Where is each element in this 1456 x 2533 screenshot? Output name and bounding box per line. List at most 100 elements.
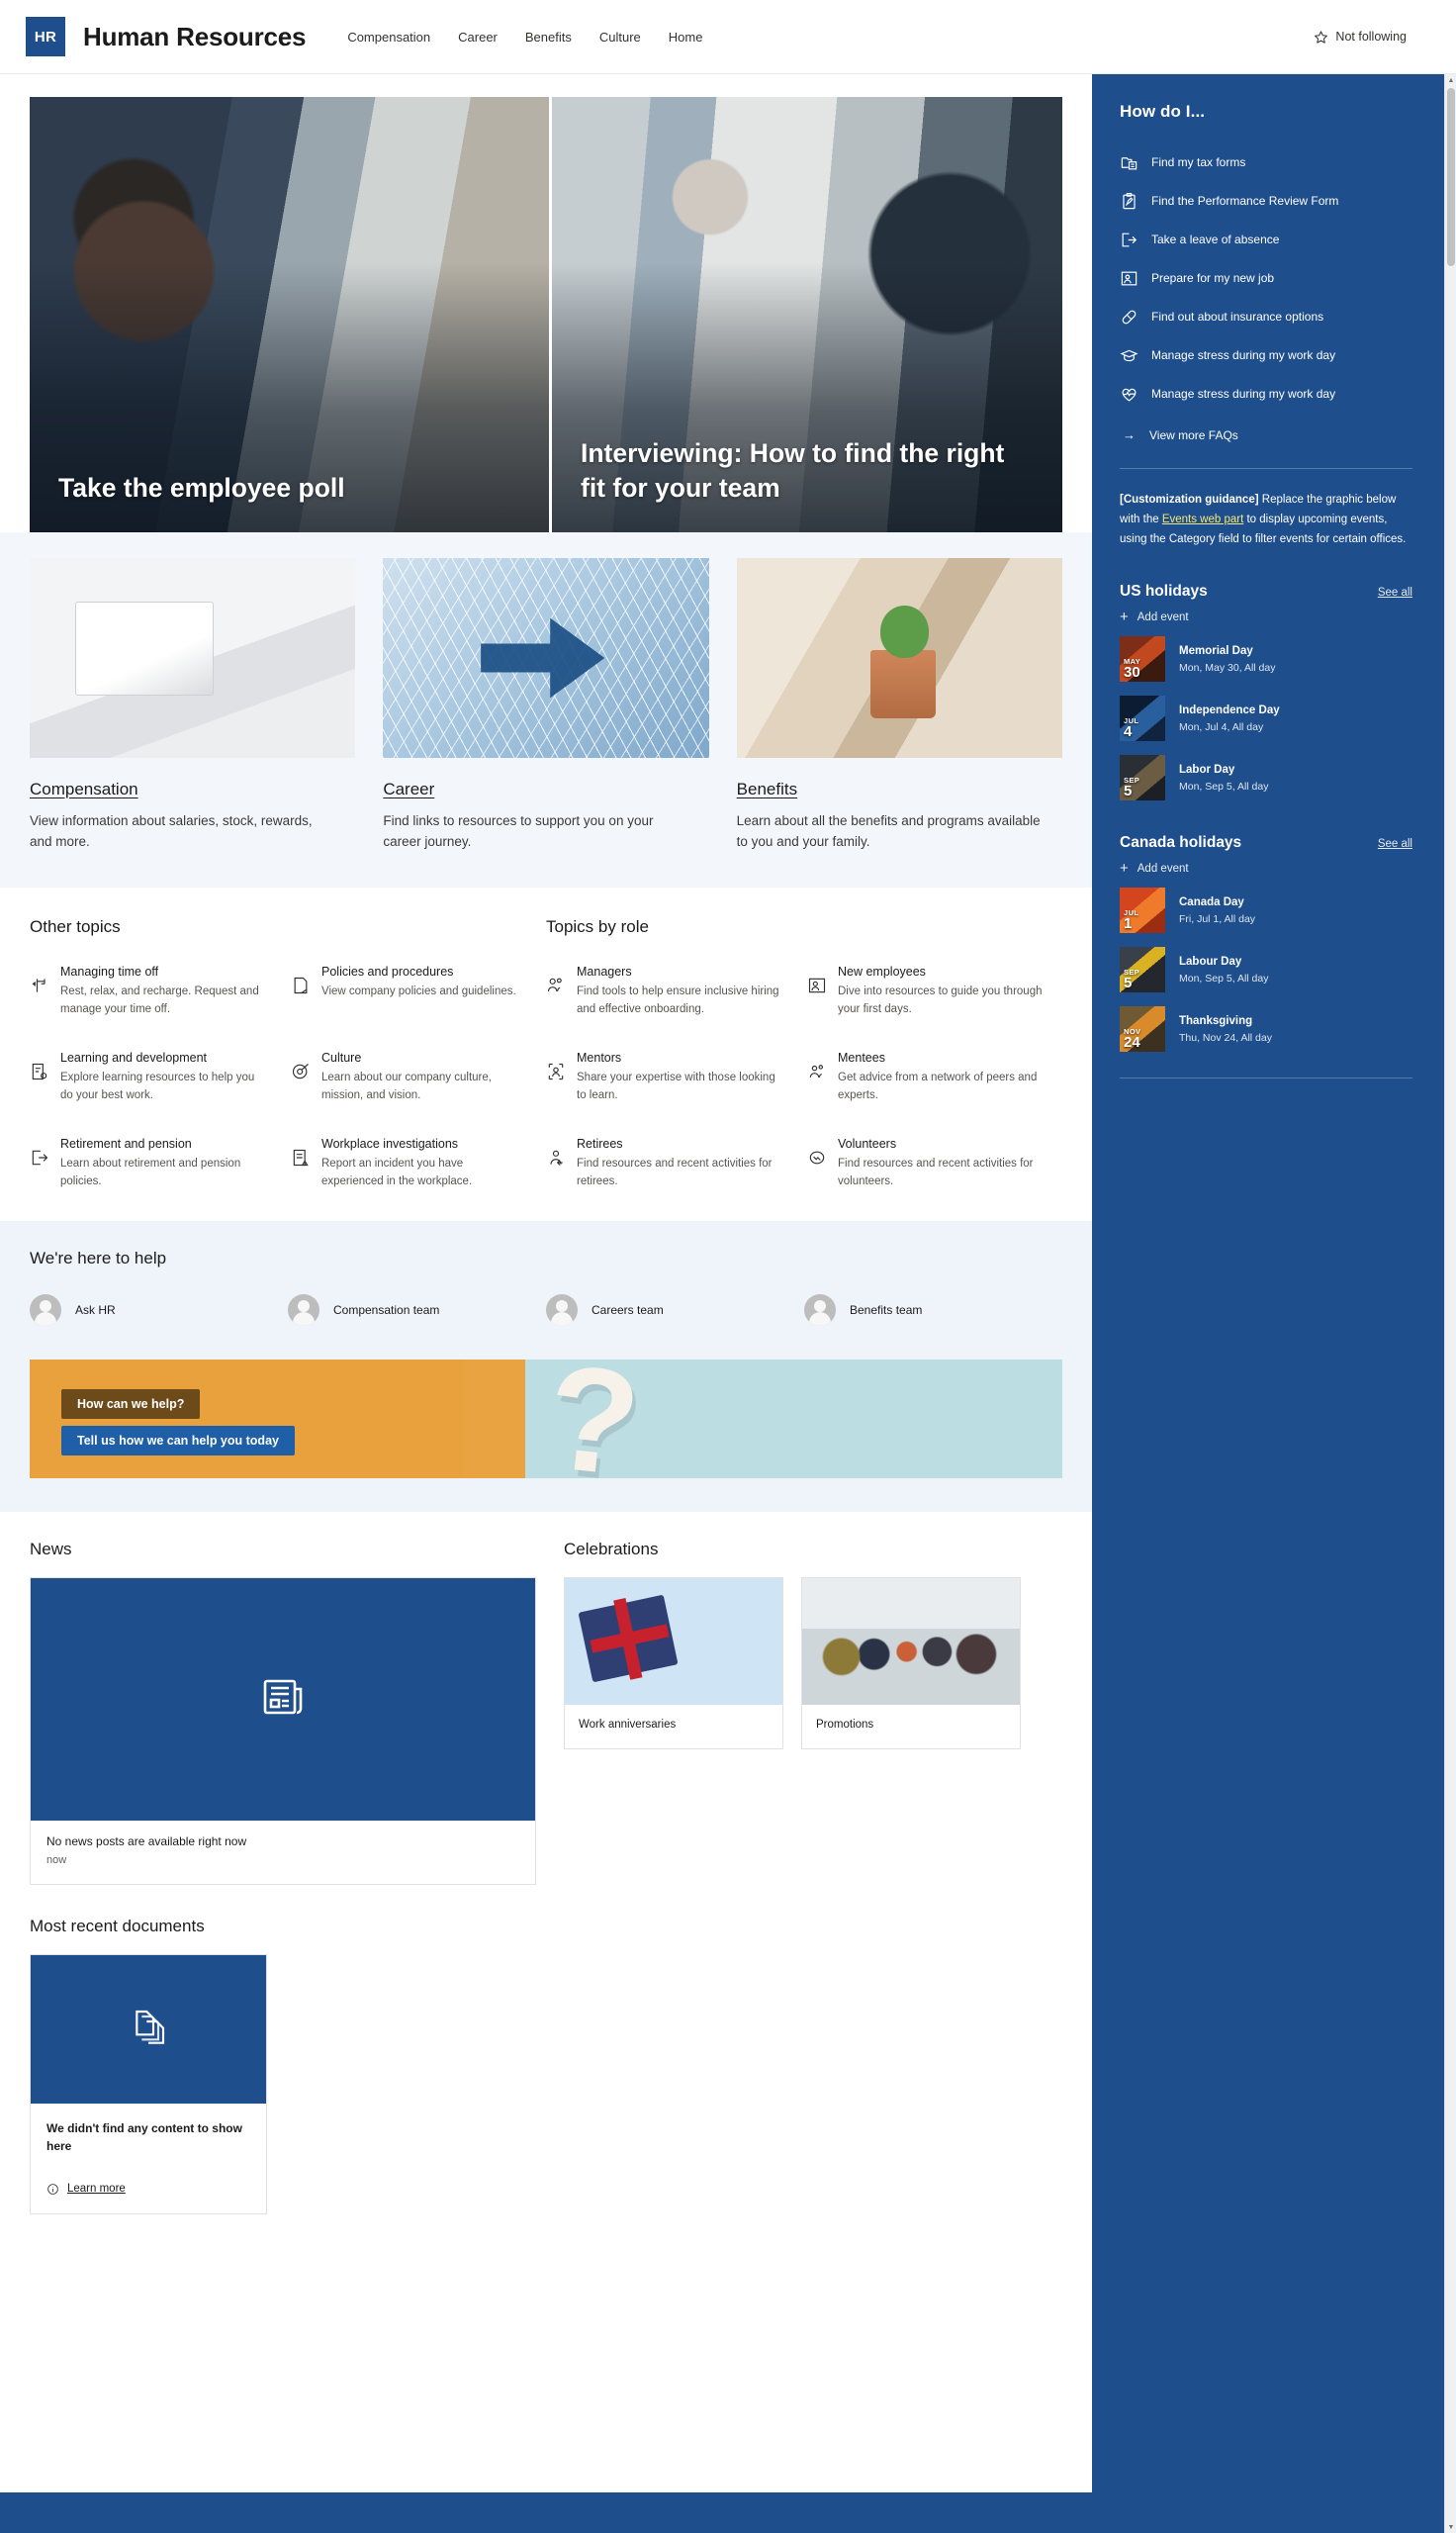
how-do-i-item-new-job[interactable]: Prepare for my new job: [1120, 259, 1412, 298]
quick-link-title-career[interactable]: Career: [383, 780, 434, 799]
page-canvas: HR Human Resources Compensation Career B…: [0, 0, 1456, 2492]
how-do-i-label: Take a leave of absence: [1151, 233, 1280, 247]
role-item-mentors[interactable]: Mentors Share your expertise with those …: [546, 1049, 783, 1105]
site-header: HR Human Resources Compensation Career B…: [0, 0, 1456, 74]
nav-item-benefits[interactable]: Benefits: [511, 22, 586, 52]
help-people-row: Ask HR Compensation team Careers team Be…: [30, 1293, 1062, 1326]
quick-links-row: Compensation View information about sala…: [30, 558, 1062, 853]
hero-tile-interviewing[interactable]: Interviewing: How to find the right fit …: [552, 97, 1062, 532]
event-item-thanksgiving[interactable]: NOV 24 Thanksgiving Thu, Nov 24, All day: [1120, 1006, 1412, 1053]
us-holidays-add-event[interactable]: + Add event: [1120, 610, 1412, 624]
promo-banner[interactable]: ? How can we help? Tell us how we can he…: [30, 1359, 1062, 1478]
page-scrollbar[interactable]: ▲ ▼: [1444, 74, 1456, 2533]
topic-name: Policies and procedures: [321, 964, 454, 979]
role-item-retirees[interactable]: Retirees Find resources and recent activ…: [546, 1135, 783, 1191]
role-item-volunteers[interactable]: Volunteers Find resources and recent act…: [807, 1135, 1045, 1191]
topics-section: Other topics Managing time off Rest, rel…: [0, 887, 1092, 1221]
help-person-compensation-team[interactable]: Compensation team: [288, 1293, 546, 1326]
role-description: Find resources and recent activities for…: [838, 1157, 1034, 1188]
learn-more-link[interactable]: Learn more: [46, 2183, 250, 2196]
topic-description: Report an incident you have experienced …: [321, 1157, 473, 1188]
celebration-card-promotions[interactable]: Promotions: [801, 1576, 1021, 1749]
time-off-icon: [30, 976, 49, 995]
pill-icon: [1120, 308, 1138, 327]
event-item-labor-day[interactable]: SEP 5 Labor Day Mon, Sep 5, All day: [1120, 755, 1412, 801]
celebration-card-work-anniversaries[interactable]: Work anniversaries: [564, 1576, 783, 1749]
event-name: Labor Day: [1179, 763, 1235, 776]
how-do-i-item-tax-forms[interactable]: Find my tax forms: [1120, 143, 1412, 182]
event-name: Thanksgiving: [1179, 1014, 1253, 1027]
nav-item-compensation[interactable]: Compensation: [333, 22, 444, 52]
view-more-faqs-link[interactable]: → View more FAQs: [1120, 414, 1412, 442]
quick-links-section: Compensation View information about sala…: [0, 532, 1092, 888]
scroll-down-arrow-icon[interactable]: ▼: [1445, 2521, 1456, 2533]
topic-item-workplace-investigations[interactable]: Workplace investigations Report an incid…: [291, 1135, 528, 1191]
help-person-ask-hr[interactable]: Ask HR: [30, 1293, 288, 1326]
nav-item-culture[interactable]: Culture: [586, 22, 655, 52]
event-thumbnail: SEP 5: [1120, 947, 1165, 993]
how-do-i-item-tuition-benefits[interactable]: Manage stress during my work day: [1120, 336, 1412, 375]
how-do-i-list: Find my tax forms Find the Performance R…: [1120, 143, 1412, 442]
quick-link-title-compensation[interactable]: Compensation: [30, 780, 138, 799]
question-mark-icon: ?: [539, 1359, 647, 1478]
documents-heading: Most recent documents: [30, 1916, 205, 1935]
role-description: Dive into resources to guide you through…: [838, 985, 1043, 1016]
topics-by-role-grid: Managers Find tools to help ensure inclu…: [546, 963, 1045, 1191]
role-name: Mentors: [577, 1050, 622, 1065]
how-do-i-item-performance-review[interactable]: Find the Performance Review Form: [1120, 182, 1412, 221]
quick-link-desc-benefits: Learn about all the benefits and program…: [736, 813, 1041, 849]
event-item-canada-day[interactable]: JUL 1 Canada Day Fri, Jul 1, All day: [1120, 888, 1412, 934]
exit-arrow-icon: [30, 1148, 49, 1168]
role-item-mentees[interactable]: Mentees Get advice from a network of pee…: [807, 1049, 1045, 1105]
arrow-network-image: [383, 558, 709, 758]
us-holidays-see-all[interactable]: See all: [1378, 587, 1412, 599]
how-do-i-label: Prepare for my new job: [1151, 271, 1275, 286]
hero-tile-employee-poll[interactable]: Take the employee poll: [30, 97, 549, 532]
plant-hands-image: [736, 558, 1062, 758]
documents-card[interactable]: We didn't find any content to show here …: [30, 1953, 267, 2214]
help-person-benefits-team[interactable]: Benefits team: [804, 1293, 1062, 1326]
nav-item-career[interactable]: Career: [444, 22, 511, 52]
follow-status-label[interactable]: Not following: [1335, 30, 1407, 44]
star-icon: [1314, 30, 1328, 45]
role-item-new-employees[interactable]: New employees Dive into resources to gui…: [807, 963, 1045, 1019]
scrollbar-thumb[interactable]: [1447, 88, 1455, 266]
quick-link-card-compensation[interactable]: Compensation View information about sala…: [30, 558, 356, 853]
topic-item-retirement-and-pension[interactable]: Retirement and pension Learn about retir…: [30, 1135, 267, 1191]
hero-row: Take the employee poll Interviewing: How…: [30, 97, 1062, 532]
how-do-i-item-leave-of-absence[interactable]: Take a leave of absence: [1120, 221, 1412, 259]
site-logo[interactable]: HR: [26, 17, 65, 56]
calculator-image: [30, 558, 356, 758]
quick-link-card-benefits[interactable]: Benefits Learn about all the benefits an…: [736, 558, 1062, 853]
other-topics-column: Other topics Managing time off Rest, rel…: [30, 917, 546, 1191]
event-item-independence-day[interactable]: JUL 4 Independence Day Mon, Jul 4, All d…: [1120, 696, 1412, 742]
how-do-i-item-insurance-options[interactable]: Find out about insurance options: [1120, 298, 1412, 336]
canada-holidays-add-event[interactable]: + Add event: [1120, 861, 1412, 876]
quick-link-card-career[interactable]: Career Find links to resources to suppor…: [383, 558, 709, 853]
celebrations-heading: Celebrations: [564, 1539, 659, 1558]
topics-by-role-heading: Topics by role: [546, 916, 649, 936]
topic-item-learning-and-development[interactable]: Learning and development Explore learnin…: [30, 1049, 267, 1105]
nav-item-home[interactable]: Home: [655, 22, 717, 52]
help-person-careers-team[interactable]: Careers team: [546, 1293, 804, 1326]
scroll-up-arrow-icon[interactable]: ▲: [1445, 74, 1456, 86]
topic-item-culture[interactable]: Culture Learn about our company culture,…: [291, 1049, 528, 1105]
event-item-labour-day[interactable]: SEP 5 Labour Day Mon, Sep 5, All day: [1120, 947, 1412, 993]
quick-link-title-benefits[interactable]: Benefits: [737, 780, 797, 799]
canada-holidays-see-all[interactable]: See all: [1378, 838, 1412, 850]
canada-holidays-header: Canada holidays See all: [1120, 834, 1412, 852]
event-item-memorial-day[interactable]: MAY 30 Memorial Day Mon, May 30, All day: [1120, 636, 1412, 683]
role-item-managers[interactable]: Managers Find tools to help ensure inclu…: [546, 963, 783, 1019]
tell-us-button[interactable]: Tell us how we can help you today: [61, 1425, 295, 1455]
topic-item-policies-and-procedures[interactable]: Policies and procedures View company pol…: [291, 963, 528, 1019]
customization-guidance: [Customization guidance] Replace the gra…: [1120, 491, 1412, 549]
event-thumbnail: SEP 5: [1120, 755, 1165, 801]
how-can-we-help-button[interactable]: How can we help?: [61, 1388, 201, 1419]
topic-item-managing-time-off[interactable]: Managing time off Rest, relax, and recha…: [30, 963, 267, 1019]
news-card[interactable]: No news posts are available right now no…: [30, 1576, 536, 1885]
us-holidays-header: US holidays See all: [1120, 583, 1412, 601]
events-web-part-link[interactable]: Events web part: [1162, 514, 1243, 525]
how-do-i-item-manage-stress[interactable]: Manage stress during my work day: [1120, 375, 1412, 414]
clipboard-edit-icon: [1120, 192, 1138, 211]
role-description: Find resources and recent activities for…: [577, 1157, 773, 1188]
